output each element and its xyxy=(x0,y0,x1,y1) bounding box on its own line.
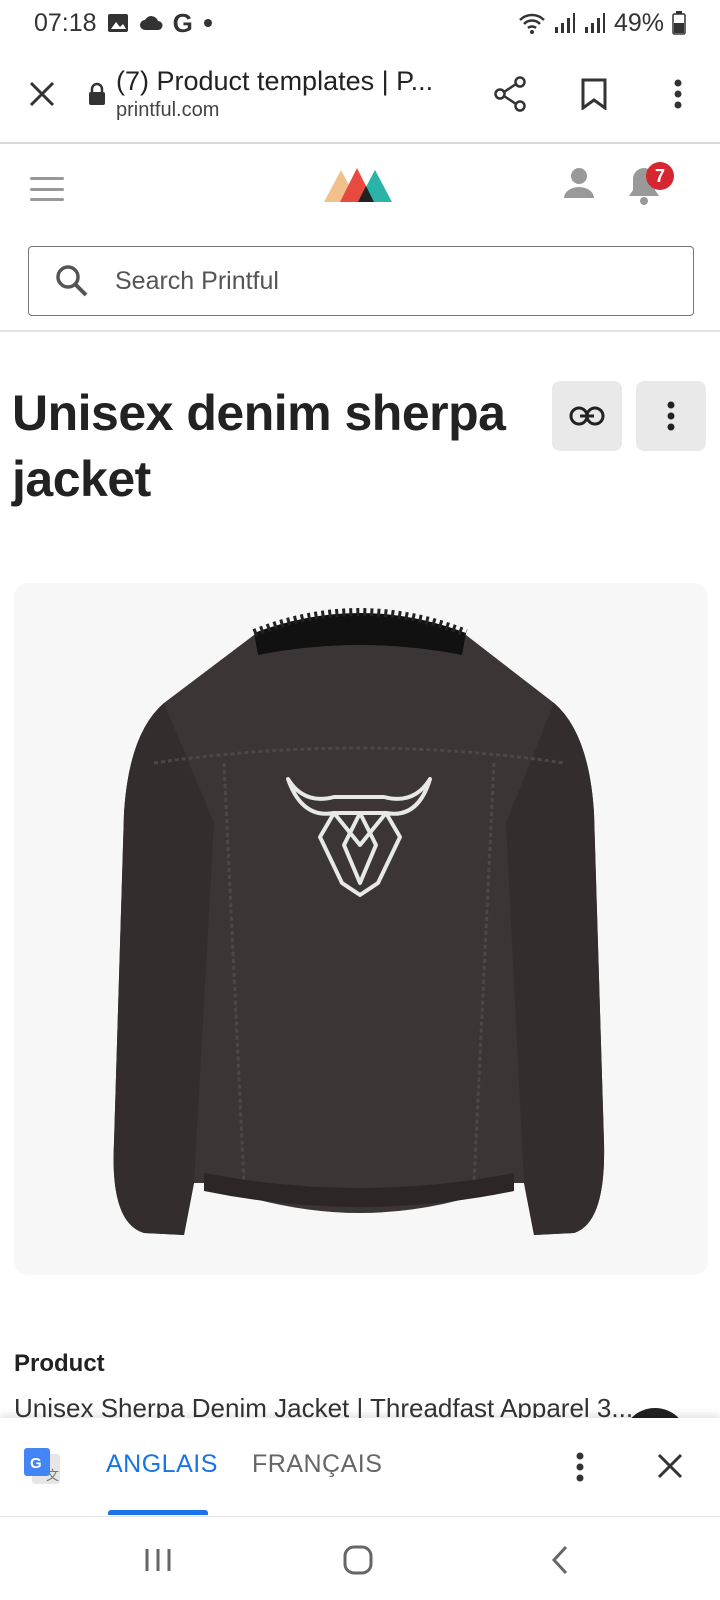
product-image[interactable] xyxy=(14,583,708,1275)
product-section-label: Product xyxy=(14,1350,105,1377)
url-domain: printful.com xyxy=(116,99,220,121)
user-icon[interactable] xyxy=(562,166,596,205)
system-nav-bar xyxy=(0,1516,720,1600)
close-icon xyxy=(657,1453,683,1479)
gallery-icon xyxy=(107,13,129,33)
tab-source-language[interactable]: ANGLAIS xyxy=(106,1450,218,1479)
copy-link-button[interactable] xyxy=(552,381,622,451)
notification-dot-icon xyxy=(203,18,213,28)
search-icon xyxy=(29,264,115,298)
back-icon xyxy=(551,1545,568,1575)
header-divider xyxy=(0,330,720,332)
active-tab-indicator xyxy=(108,1510,208,1515)
link-icon xyxy=(569,406,605,426)
share-button[interactable] xyxy=(468,45,552,143)
address-bar[interactable]: (7) Product templates | P... printful.co… xyxy=(116,66,468,122)
google-translate-icon: G文 xyxy=(22,1446,62,1491)
battery-percent: 49% xyxy=(613,8,664,37)
page-title: Unisex denim sherpa jacket xyxy=(12,385,506,507)
product-description-text: Unisex Sherpa Denim Jacket | Threadfast … xyxy=(14,1398,634,1418)
wifi-icon xyxy=(518,12,546,34)
search-input[interactable] xyxy=(115,266,655,296)
battery-icon xyxy=(672,11,686,35)
status-bar: 07:18 G 49% xyxy=(0,0,720,46)
share-icon xyxy=(494,76,526,112)
home-button[interactable] xyxy=(328,1535,388,1585)
recents-button[interactable] xyxy=(128,1535,188,1585)
printful-logo[interactable] xyxy=(324,164,398,207)
signal-icon-2 xyxy=(584,12,606,34)
more-options-button[interactable] xyxy=(636,381,706,451)
translate-bar: G文 ANGLAIS FRANÇAIS xyxy=(0,1418,720,1516)
cloud-icon xyxy=(139,14,163,32)
tab-title: (7) Product templates | P... xyxy=(116,66,434,96)
translate-close-button[interactable] xyxy=(648,1444,692,1488)
bookmark-icon xyxy=(581,78,607,110)
google-icon: G xyxy=(172,7,193,38)
status-time: 07:18 xyxy=(34,8,97,37)
bookmark-button[interactable] xyxy=(552,45,636,143)
more-vert-icon xyxy=(667,401,675,431)
notification-badge: 7 xyxy=(646,162,674,190)
site-header: 7 xyxy=(0,144,720,234)
close-icon xyxy=(29,81,55,107)
svg-text:文: 文 xyxy=(46,1469,59,1484)
signal-icon xyxy=(554,12,576,34)
translate-menu-button[interactable] xyxy=(562,1442,598,1492)
product-description: Unisex Sherpa Denim Jacket | Threadfast … xyxy=(14,1398,714,1418)
browser-menu-button[interactable] xyxy=(636,45,720,143)
browser-toolbar: (7) Product templates | P... printful.co… xyxy=(0,46,720,144)
lock-icon xyxy=(84,82,110,106)
tab-target-language[interactable]: FRANÇAIS xyxy=(252,1450,382,1479)
hamburger-icon[interactable] xyxy=(30,172,64,206)
svg-text:G: G xyxy=(30,1455,42,1472)
recents-icon xyxy=(145,1549,171,1571)
close-tab-button[interactable] xyxy=(0,45,84,143)
more-vert-icon xyxy=(674,79,682,109)
back-button[interactable] xyxy=(530,1535,590,1585)
search-box[interactable] xyxy=(28,246,694,316)
home-icon xyxy=(343,1545,373,1575)
more-vert-icon xyxy=(576,1452,584,1482)
